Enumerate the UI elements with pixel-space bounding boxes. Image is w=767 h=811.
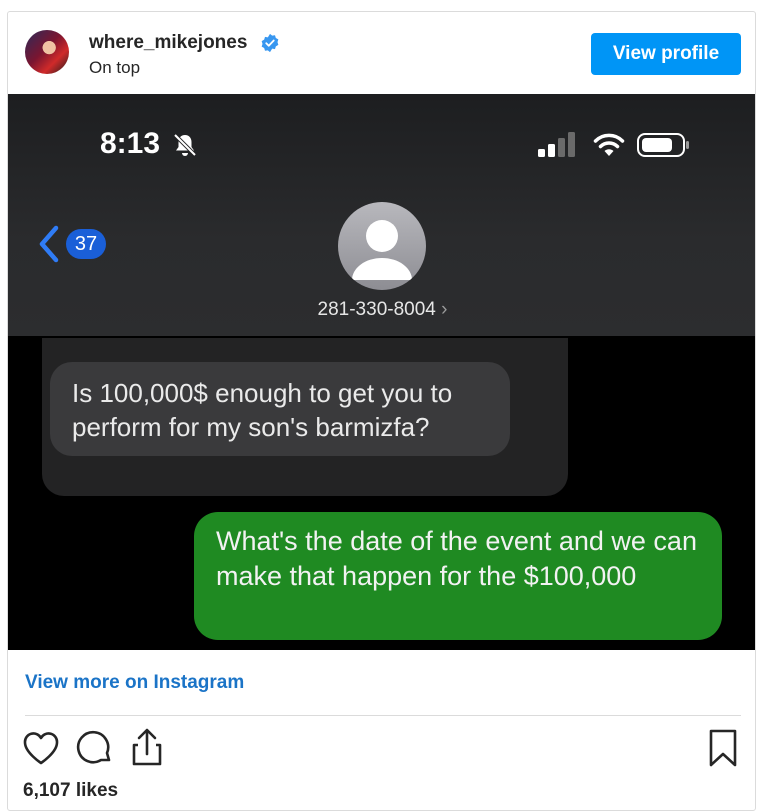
divider xyxy=(25,715,741,716)
contact-number-text: 281-330-8004 xyxy=(317,299,436,320)
username[interactable]: where_mikejones xyxy=(89,32,247,54)
heart-icon[interactable] xyxy=(22,730,60,766)
comment-icon[interactable] xyxy=(76,729,114,767)
contact-avatar-icon[interactable] xyxy=(338,202,426,290)
instagram-embed-card: where_mikejones On top View profile 8:13 xyxy=(7,11,756,811)
signal-icon xyxy=(538,132,575,157)
view-profile-button[interactable]: View profile xyxy=(591,33,741,75)
contact-chevron: › xyxy=(441,299,448,320)
bookmark-icon[interactable] xyxy=(706,728,740,768)
sent-message-bubble: What's the date of the event and we can … xyxy=(194,512,722,640)
post-header: where_mikejones On top View profile xyxy=(8,12,755,94)
back-chevron-icon[interactable] xyxy=(36,224,62,264)
like-count[interactable]: 6,107 likes xyxy=(23,780,118,802)
verified-badge-icon xyxy=(261,33,279,53)
bell-slash-icon xyxy=(173,133,197,157)
unread-count-badge[interactable]: 37 xyxy=(66,229,106,259)
post-subtitle: On top xyxy=(89,58,141,77)
status-time: 8:13 xyxy=(100,127,161,160)
battery-icon xyxy=(637,133,689,157)
contact-number[interactable]: 281-330-8004 › xyxy=(8,299,755,321)
received-message-bubble: Is 100,000$ enough to get you to perform… xyxy=(50,362,510,456)
view-more-link[interactable]: View more on Instagram xyxy=(25,672,244,694)
wifi-icon xyxy=(593,133,625,156)
profile-avatar[interactable] xyxy=(25,30,69,74)
share-icon[interactable] xyxy=(128,727,166,767)
post-media[interactable]: 8:13 37 281-330-8004 › Is 100,000$ enoug… xyxy=(8,94,755,650)
